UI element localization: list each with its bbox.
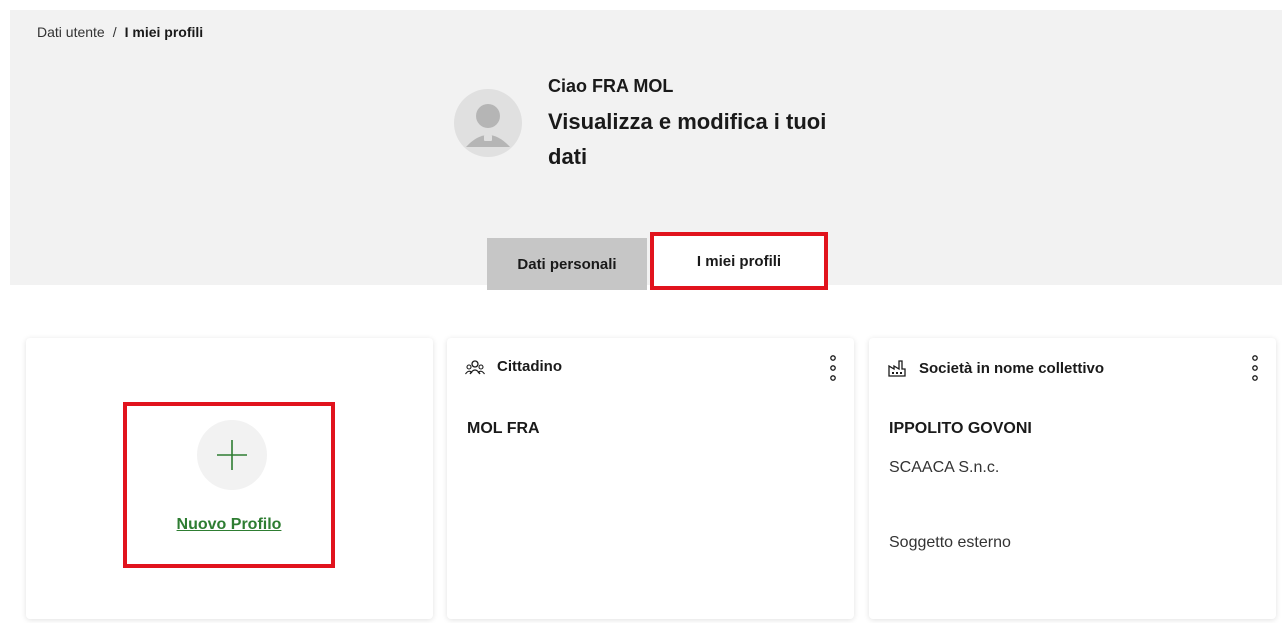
profile-name: IPPOLITO GOVONI (889, 420, 1032, 437)
company-name: SCAACA S.n.c. (889, 459, 1000, 476)
new-profile-highlight: Nuovo Profilo (123, 402, 335, 568)
breadcrumb-parent[interactable]: Dati utente (37, 24, 105, 40)
plus-icon (217, 440, 247, 470)
card-header: Cittadino (465, 358, 562, 375)
tab-dati-personali[interactable]: Dati personali (487, 238, 647, 290)
greeting: Ciao FRA MOL (548, 76, 674, 96)
breadcrumb-separator: / (112, 24, 117, 40)
factory-icon (888, 360, 906, 377)
card-type-label: Cittadino (497, 358, 562, 375)
breadcrumb-current: I miei profili (124, 24, 204, 40)
card-header: Società in nome collettivo (887, 358, 1104, 378)
card-type-label: Società in nome collettivo (919, 359, 1105, 377)
user-avatar-icon (466, 104, 510, 147)
add-profile-button[interactable] (197, 420, 267, 490)
profile-card-societa[interactable]: Società in nome collettivo IPPOLITO GOVO… (869, 338, 1276, 619)
tab-i-miei-profili[interactable]: I miei profili (650, 232, 828, 290)
kebab-menu-icon[interactable] (828, 354, 838, 382)
profile-card-cittadino[interactable]: Cittadino MOL FRA (447, 338, 854, 619)
avatar (454, 89, 522, 157)
profile-role: Soggetto esterno (889, 534, 1011, 551)
new-profile-card: Nuovo Profilo (26, 338, 433, 619)
profile-name: MOL FRA (467, 420, 540, 437)
people-icon (465, 359, 485, 374)
page-title: Visualizza e modifica i tuoi dati (548, 109, 827, 169)
kebab-menu-icon[interactable] (1250, 354, 1260, 382)
breadcrumb: Dati utente / I miei profili (37, 24, 203, 40)
new-profile-link[interactable]: Nuovo Profilo (127, 516, 331, 534)
